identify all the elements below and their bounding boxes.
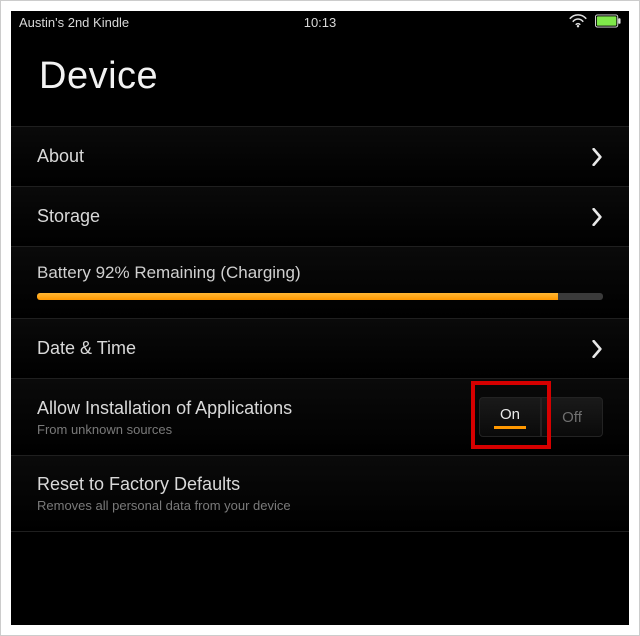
- storage-label: Storage: [37, 206, 100, 227]
- reset-sublabel: Removes all personal data from your devi…: [37, 498, 291, 513]
- battery-progress: [37, 293, 603, 300]
- row-allow-installation: Allow Installation of Applications From …: [11, 378, 629, 455]
- row-battery: Battery 92% Remaining (Charging): [11, 246, 629, 318]
- row-storage[interactable]: Storage: [11, 186, 629, 246]
- status-bar: Austin's 2nd Kindle 10:13: [11, 11, 629, 33]
- battery-progress-fill: [37, 293, 558, 300]
- row-reset[interactable]: Reset to Factory Defaults Removes all pe…: [11, 455, 629, 532]
- date-time-label: Date & Time: [37, 338, 136, 359]
- toggle-off[interactable]: Off: [541, 397, 603, 437]
- allow-install-sublabel: From unknown sources: [37, 422, 292, 437]
- toggle-off-label: Off: [562, 409, 582, 426]
- row-date-time[interactable]: Date & Time: [11, 318, 629, 378]
- battery-icon: [595, 14, 621, 31]
- row-about[interactable]: About: [11, 126, 629, 186]
- device-screen: Austin's 2nd Kindle 10:13: [11, 11, 629, 625]
- allow-install-toggle[interactable]: On Off: [479, 397, 603, 437]
- about-label: About: [37, 146, 84, 167]
- page-title: Device: [11, 33, 629, 126]
- toggle-on-label: On: [500, 406, 520, 423]
- clock: 10:13: [11, 15, 629, 30]
- chevron-right-icon: [591, 148, 603, 166]
- battery-label: Battery 92% Remaining (Charging): [37, 263, 603, 283]
- toggle-on[interactable]: On: [479, 397, 541, 437]
- chevron-right-icon: [591, 340, 603, 358]
- wifi-icon: [569, 14, 587, 31]
- chevron-right-icon: [591, 208, 603, 226]
- allow-install-label: Allow Installation of Applications: [37, 398, 292, 419]
- reset-label: Reset to Factory Defaults: [37, 474, 291, 495]
